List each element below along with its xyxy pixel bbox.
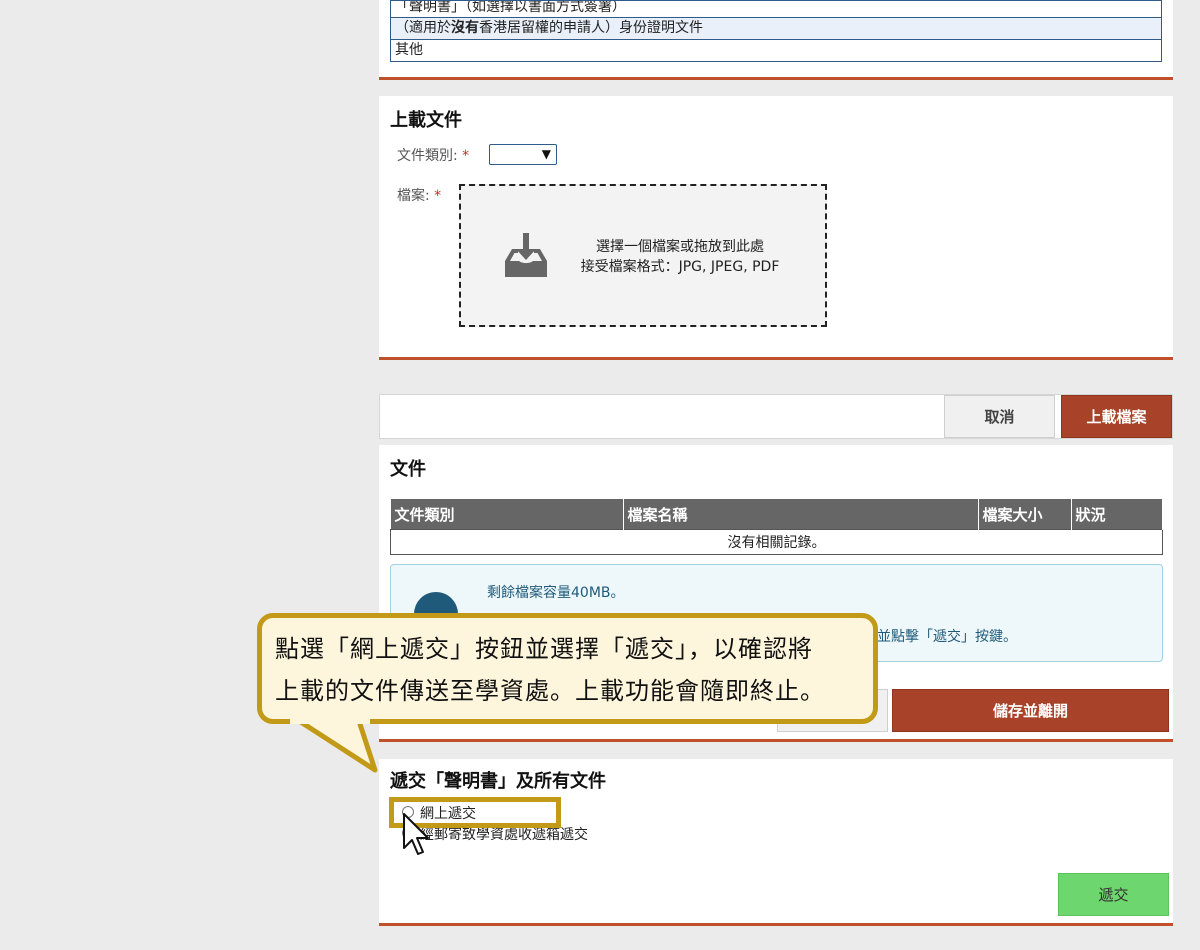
- option-other[interactable]: 其他: [390, 40, 1162, 62]
- col-file-size: 檔案大小: [978, 499, 1072, 530]
- documents-table: 文件類別 檔案名稱 檔案大小 狀況 沒有相關記錄。: [390, 499, 1163, 555]
- doc-type-label: 文件類別: *: [397, 148, 470, 164]
- callout-tail-join: [290, 710, 370, 724]
- col-doc-type: 文件類別: [390, 499, 624, 530]
- remaining-capacity-text: 剩餘檔案容量40MB。: [487, 585, 625, 601]
- table-row: 沒有相關記錄。: [390, 529, 1163, 555]
- upload-section-title: 上載文件: [390, 110, 462, 131]
- download-tray-icon: [503, 231, 549, 281]
- option-declaration[interactable]: 「聲明書」（如選擇以書面方式簽署）: [390, 0, 1162, 18]
- col-status: 狀況: [1071, 499, 1163, 530]
- document-type-options-list: 「聲明書」（如選擇以書面方式簽署） （適用於沒有香港居留權的申請人）身份證明文件…: [390, 0, 1162, 62]
- save-and-exit-button[interactable]: 儲存並離開: [892, 689, 1169, 732]
- doc-type-select[interactable]: ▼: [489, 144, 557, 165]
- cancel-button[interactable]: 取消: [944, 395, 1055, 438]
- chevron-down-icon: ▼: [541, 147, 551, 161]
- mouse-pointer-icon: [402, 812, 432, 856]
- submit-button[interactable]: 遞交: [1058, 873, 1169, 916]
- file-label: 檔案: *: [397, 188, 442, 204]
- empty-records-text: 沒有相關記錄。: [390, 529, 1163, 555]
- documents-title: 文件: [390, 459, 426, 480]
- dropzone-instructions: 選擇一個檔案或拖放到此處 接受檔案格式：JPG, JPEG, PDF: [580, 239, 780, 275]
- col-file-name: 檔案名稱: [623, 499, 979, 530]
- callout-text: 點選「網上遞交」按鈕並選擇「遞交」，以確認將 上載的文件傳送至學資處。上載功能會…: [275, 635, 825, 705]
- submit-section-title: 遞交「聲明書」及所有文件: [390, 771, 606, 792]
- option-identity-document[interactable]: （適用於沒有香港居留權的申請人）身份證明文件: [390, 18, 1162, 40]
- info-instruction-tail: 並點擊「遞交」按鍵。: [877, 629, 1017, 645]
- upload-file-button[interactable]: 上載檔案: [1061, 395, 1172, 438]
